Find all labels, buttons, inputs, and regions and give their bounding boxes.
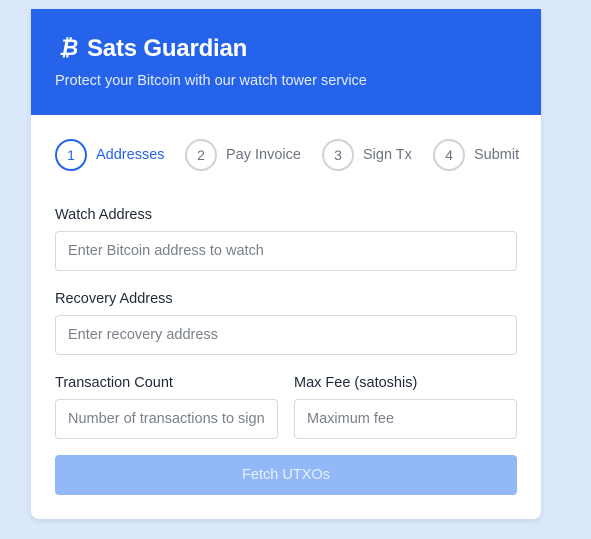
main-card: ₿ Sats Guardian Protect your Bitcoin wit… xyxy=(31,9,541,519)
watch-address-label: Watch Address xyxy=(55,207,152,223)
step-addresses[interactable]: 1 Addresses xyxy=(55,139,165,171)
step-pay-invoice[interactable]: 2 Pay Invoice xyxy=(185,139,301,171)
recovery-address-label: Recovery Address xyxy=(55,291,173,307)
step-label: Pay Invoice xyxy=(226,147,301,163)
app-header: ₿ Sats Guardian Protect your Bitcoin wit… xyxy=(31,9,541,115)
fetch-utxos-button[interactable]: Fetch UTXOs xyxy=(55,455,517,495)
transaction-count-label: Transaction Count xyxy=(55,375,173,391)
step-label: Submit xyxy=(474,147,520,163)
stepper: 1 Addresses 2 Pay Invoice 3 Sign Tx 4 Su… xyxy=(55,139,525,173)
step-number-circle: 4 xyxy=(433,139,465,171)
step-sign-tx[interactable]: 3 Sign Tx xyxy=(322,139,412,171)
watch-address-input[interactable] xyxy=(55,231,517,271)
step-submit[interactable]: 4 Submit xyxy=(433,139,519,171)
max-fee-label: Max Fee (satoshis) xyxy=(294,375,418,391)
step-number-circle: 2 xyxy=(185,139,217,171)
bitcoin-icon: ₿ xyxy=(59,36,79,61)
recovery-address-input[interactable] xyxy=(55,315,517,355)
app-title: Sats Guardian xyxy=(87,35,248,62)
header-title-row: ₿ Sats Guardian xyxy=(59,35,247,63)
step-number-circle: 3 xyxy=(322,139,354,171)
transaction-count-input[interactable] xyxy=(55,399,278,439)
max-fee-input[interactable] xyxy=(294,399,517,439)
step-label: Addresses xyxy=(96,147,165,163)
step-label: Sign Tx xyxy=(363,147,412,163)
app-subtitle: Protect your Bitcoin with our watch towe… xyxy=(55,73,367,89)
step-number-circle: 1 xyxy=(55,139,87,171)
